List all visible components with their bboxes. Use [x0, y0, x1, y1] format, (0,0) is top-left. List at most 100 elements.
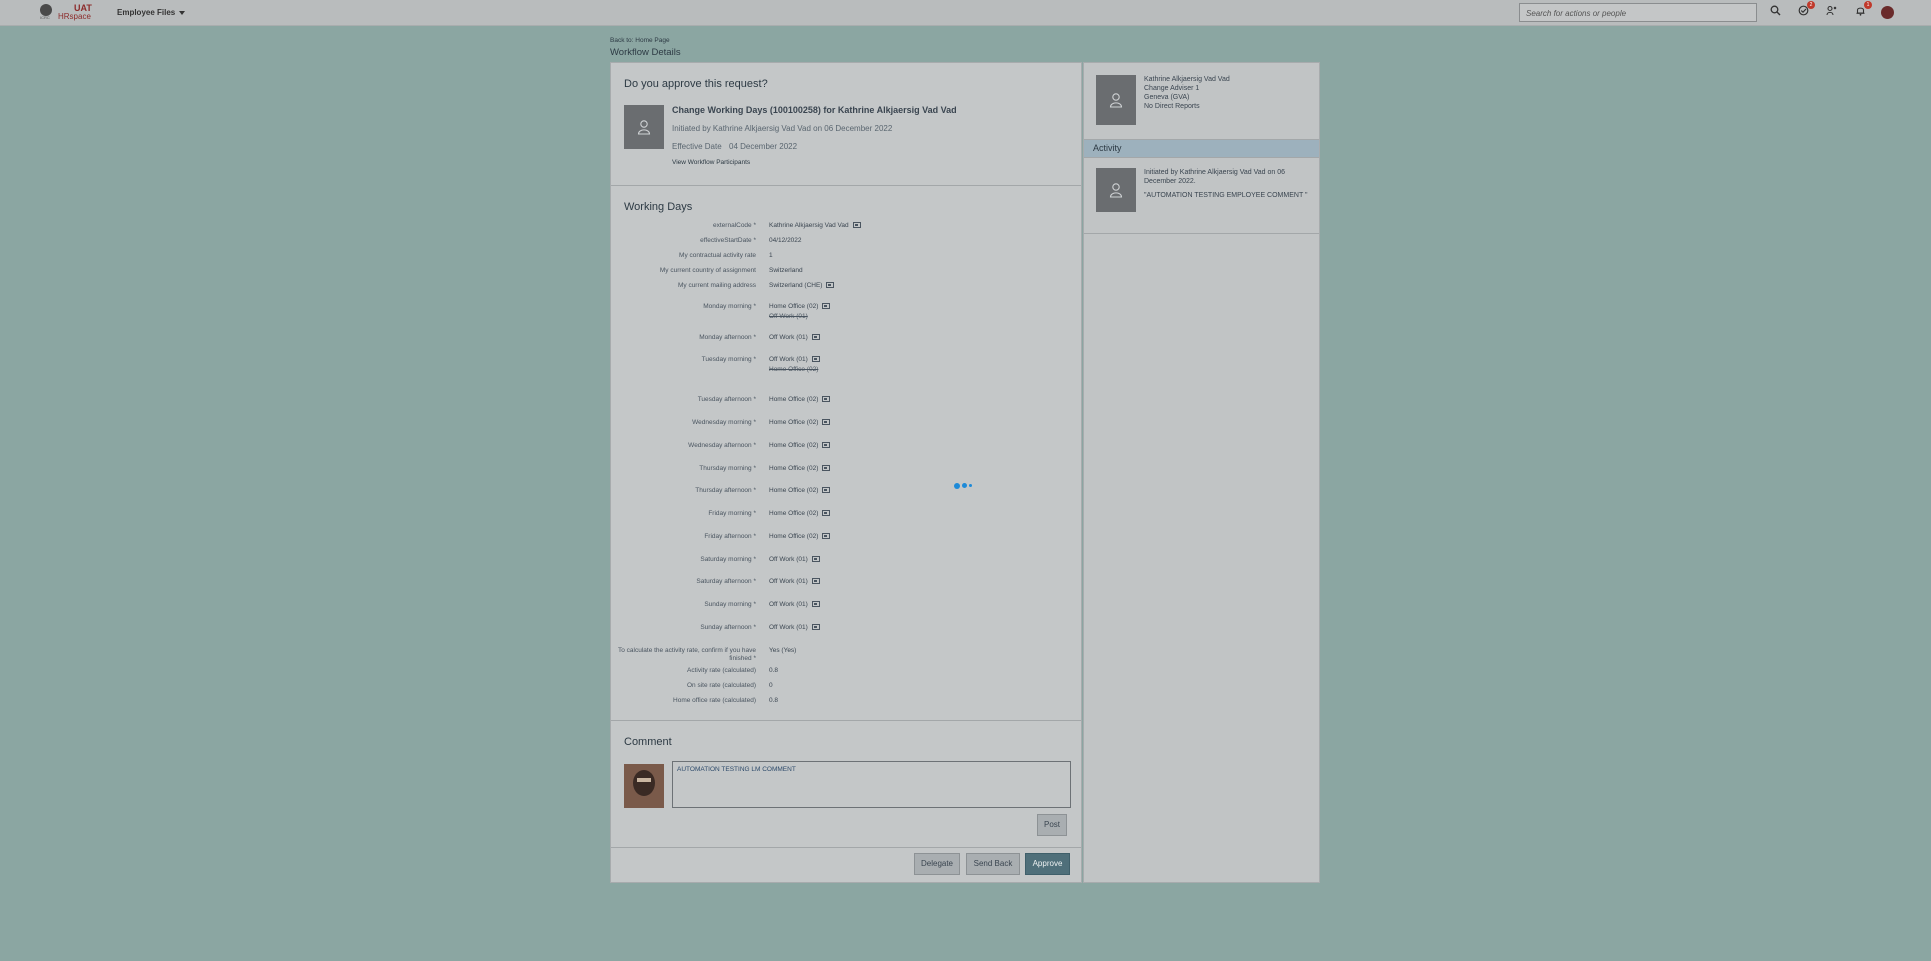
field-value-text: Off Work (01): [769, 334, 808, 341]
section-divider: [611, 185, 1081, 186]
field-value-text: Yes (Yes): [769, 647, 797, 654]
comment-input[interactable]: AUTOMATION TESTING LM COMMENT: [672, 761, 1071, 808]
logo-subtitle: ICRC: [40, 15, 50, 20]
requester-avatar: [624, 105, 664, 149]
details-icon[interactable]: [811, 356, 820, 363]
post-button[interactable]: Post: [1037, 814, 1067, 836]
field-value-text: Home Office (02): [769, 465, 819, 472]
details-icon[interactable]: [811, 334, 820, 341]
details-icon[interactable]: [811, 601, 820, 608]
search-icon[interactable]: [1768, 5, 1782, 19]
effective-date-label: Effective Date: [672, 142, 722, 151]
field-value: Off Work (01): [769, 556, 820, 564]
subject-avatar: [1096, 75, 1136, 125]
approval-question: Do you approve this request?: [624, 78, 768, 90]
commenter-avatar: [624, 764, 664, 808]
field-label: externalCode *: [713, 222, 756, 229]
field-value-text: 0: [769, 682, 773, 689]
back-link[interactable]: Back to: Home Page: [610, 37, 670, 44]
field-value: Home Office (02): [769, 533, 831, 541]
field-value: 0.8: [769, 697, 778, 705]
field-value: Home Office (02): [769, 303, 831, 311]
field-value: Home Office (02): [769, 487, 831, 495]
todo-icon[interactable]: 2: [1796, 1, 1815, 19]
field-value: Home Office (02): [769, 396, 831, 404]
module-menu[interactable]: Employee Files: [117, 8, 186, 17]
field-value: 04/12/2022: [769, 237, 802, 245]
field-label: Wednesday afternoon *: [688, 442, 756, 449]
field-value: Home Office (02): [769, 442, 831, 450]
field-value-text: Home Office (02): [769, 533, 819, 540]
search-input[interactable]: Search for actions or people: [1519, 3, 1757, 22]
details-icon[interactable]: [811, 578, 820, 585]
send-back-button[interactable]: Send Back: [966, 853, 1020, 875]
field-value-text: 0.8: [769, 667, 779, 674]
side-panel: Kathrine Alkjaersig Vad Vad Change Advis…: [1083, 62, 1320, 883]
logo-hrspace[interactable]: HRspace: [58, 12, 91, 21]
field-value-text: Kathrine Alkjaersig Vad Vad: [769, 222, 849, 229]
details-icon[interactable]: [822, 533, 831, 540]
activity-avatar: [1096, 168, 1136, 212]
details-icon[interactable]: [822, 510, 831, 517]
field-label: Monday morning *: [703, 303, 756, 310]
person-icon: [637, 120, 651, 135]
field-value-text: Home Office (02): [769, 303, 819, 310]
field-label: effectiveStartDate *: [700, 237, 756, 244]
subject-reports: No Direct Reports: [1144, 103, 1200, 110]
subject-role: Change Adviser 1: [1144, 85, 1200, 92]
previous-value: Off Work (01): [769, 313, 808, 320]
shell-bar: ICRC UAT HRspace Employee Files Search f…: [0, 0, 1931, 26]
activity-comment: "AUTOMATION TESTING EMPLOYEE COMMENT ": [1144, 192, 1308, 199]
module-menu-label: Employee Files: [117, 8, 176, 17]
notifications-badge: 1: [1864, 1, 1872, 9]
effective-date-value: 04 December 2022: [729, 142, 798, 151]
details-icon[interactable]: [811, 624, 820, 631]
details-icon[interactable]: [822, 465, 831, 472]
field-label: Home office rate (calculated): [673, 697, 756, 704]
user-avatar[interactable]: [1881, 6, 1894, 19]
field-value: Switzerland (CHE): [769, 282, 835, 290]
field-label: Sunday afternoon *: [700, 624, 756, 631]
field-value-text: Off Work (01): [769, 601, 808, 608]
people-icon[interactable]: [1824, 5, 1838, 19]
details-icon[interactable]: [822, 442, 831, 449]
approve-button[interactable]: Approve: [1025, 853, 1070, 875]
subject-location: Geneva (GVA): [1144, 94, 1190, 101]
view-participants-link[interactable]: View Workflow Participants: [672, 159, 750, 166]
person-icon: [1109, 183, 1123, 198]
field-value: Off Work (01): [769, 601, 820, 609]
field-value-text: Switzerland: [769, 267, 803, 274]
details-icon[interactable]: [852, 222, 861, 229]
field-value: 0: [769, 682, 773, 690]
field-label: Monday afternoon *: [699, 334, 756, 341]
delegate-button[interactable]: Delegate: [914, 853, 960, 875]
field-label: Activity rate (calculated): [687, 667, 756, 674]
section-divider: [611, 720, 1081, 721]
busy-indicator: [954, 477, 974, 495]
field-value: Yes (Yes): [769, 647, 796, 655]
details-icon[interactable]: [822, 487, 831, 494]
field-label: Thursday afternoon *: [695, 487, 756, 494]
field-value-text: Switzerland (CHE): [769, 282, 823, 289]
details-icon[interactable]: [826, 282, 835, 289]
field-value-text: Off Work (01): [769, 356, 808, 363]
details-icon[interactable]: [822, 303, 831, 310]
field-label: My contractual activity rate: [679, 252, 756, 259]
details-icon[interactable]: [822, 419, 831, 426]
field-value: Home Office (02): [769, 465, 831, 473]
field-value: 0.8: [769, 667, 778, 675]
field-value-text: Home Office (02): [769, 487, 819, 494]
field-value: Kathrine Alkjaersig Vad Vad: [769, 222, 861, 230]
field-label: Tuesday afternoon *: [697, 396, 756, 403]
bell-icon[interactable]: 1: [1853, 1, 1872, 19]
field-value: Off Work (01): [769, 624, 820, 632]
previous-value: Home Office (02): [769, 366, 819, 373]
field-label: To calculate the activity rate, confirm …: [617, 647, 756, 662]
field-label: Thursday morning *: [699, 465, 756, 472]
details-icon[interactable]: [811, 556, 820, 563]
field-label: Saturday afternoon *: [696, 578, 756, 585]
main-panel: Do you approve this request? Change Work…: [610, 62, 1082, 883]
subject-name[interactable]: Kathrine Alkjaersig Vad Vad: [1144, 75, 1230, 84]
details-icon[interactable]: [822, 396, 831, 403]
field-value: Switzerland: [769, 267, 803, 275]
